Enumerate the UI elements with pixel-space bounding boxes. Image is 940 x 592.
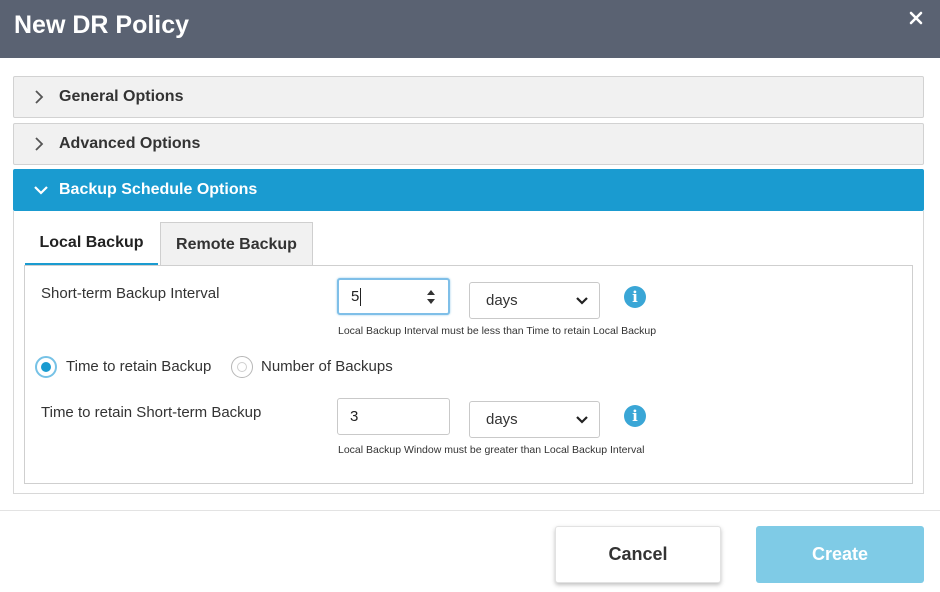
chevron-right-icon (34, 77, 44, 117)
local-backup-content: Short-term Backup Interval 5 days i Loca… (24, 265, 913, 484)
accordion-backup-schedule-options[interactable]: Backup Schedule Options (13, 169, 924, 211)
info-icon[interactable]: i (624, 286, 646, 308)
tab-local-backup[interactable]: Local Backup (25, 222, 158, 266)
dialog-title: New DR Policy (14, 11, 190, 39)
interval-value: 5 (351, 288, 360, 305)
interval-input[interactable]: 5 (337, 278, 450, 315)
cancel-button[interactable]: Cancel (555, 526, 721, 583)
accordion-general-options[interactable]: General Options (13, 76, 924, 118)
radio-number-of-backups[interactable] (231, 356, 253, 378)
accordion-advanced-options[interactable]: Advanced Options (13, 123, 924, 165)
radio-number-of-backups-label: Number of Backups (261, 358, 393, 375)
create-button[interactable]: Create (756, 526, 924, 583)
text-caret (360, 287, 362, 306)
info-icon[interactable]: i (624, 405, 646, 427)
chevron-down-icon (576, 297, 588, 305)
tab-remote-backup[interactable]: Remote Backup (160, 222, 313, 266)
radio-time-to-retain[interactable] (35, 356, 57, 378)
chevron-down-icon (34, 170, 48, 210)
dialog-header: New DR Policy (0, 0, 940, 58)
accordion-label: Advanced Options (59, 135, 201, 152)
interval-unit-value: days (486, 292, 518, 309)
chevron-down-icon (576, 416, 588, 424)
retain-unit-value: days (486, 411, 518, 428)
interval-hint: Local Backup Interval must be less than … (338, 325, 657, 337)
retain-label: Time to retain Short-term Backup (41, 404, 262, 421)
footer-divider (0, 510, 940, 511)
spinner-icon[interactable] (426, 289, 436, 305)
retain-input[interactable]: 3 (337, 398, 450, 435)
retain-value: 3 (350, 408, 359, 425)
accordion-label: Backup Schedule Options (59, 181, 258, 198)
retain-unit-select[interactable]: days (469, 401, 600, 438)
close-icon[interactable] (908, 10, 924, 26)
interval-unit-select[interactable]: days (469, 282, 600, 319)
chevron-right-icon (34, 124, 44, 164)
retain-hint: Local Backup Window must be greater than… (338, 444, 645, 456)
interval-label: Short-term Backup Interval (41, 285, 220, 302)
radio-time-to-retain-label: Time to retain Backup (66, 358, 212, 375)
accordion-label: General Options (59, 88, 184, 105)
